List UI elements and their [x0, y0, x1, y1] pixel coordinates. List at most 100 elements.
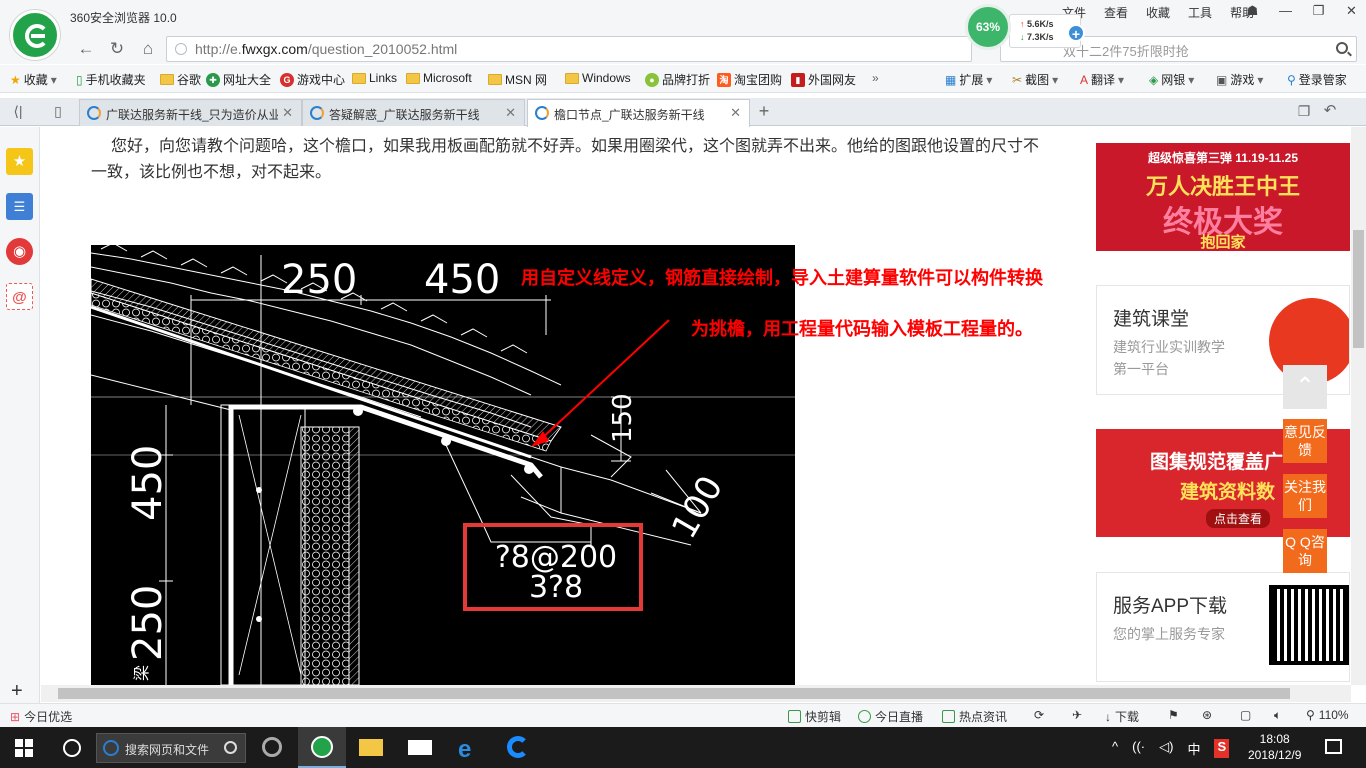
- tool-translate[interactable]: A 翻译 ▾: [1080, 71, 1124, 88]
- sidebar-toggle-icon[interactable]: ▯: [46, 99, 70, 123]
- taobao-icon: 淘: [717, 72, 731, 87]
- notification-center-icon[interactable]: [1325, 739, 1342, 754]
- taskbar-360browser-icon[interactable]: [298, 727, 346, 768]
- weibo-icon[interactable]: ◉: [6, 238, 33, 265]
- taskbar-clock[interactable]: 18:08 2018/12/9: [1248, 731, 1301, 763]
- app-download-ad[interactable]: 服务APP下载 您的掌上服务专家: [1096, 572, 1350, 682]
- status-quick-edit[interactable]: 快剪辑: [788, 708, 841, 725]
- menu-favorites[interactable]: 收藏: [1146, 4, 1170, 21]
- bookmark-windows[interactable]: Windows: [565, 71, 631, 85]
- more-bookmarks-icon[interactable]: »: [872, 71, 879, 85]
- bookmark-status-icon[interactable]: ⚑: [1168, 708, 1179, 722]
- qr-code-icon: [1269, 585, 1349, 665]
- taskbar-edge-icon[interactable]: e: [445, 727, 493, 768]
- refresh-status-icon[interactable]: ⟳: [1034, 708, 1044, 722]
- wifi-icon[interactable]: ((·: [1132, 739, 1145, 758]
- bookmark-brand[interactable]: ● 品牌打折: [645, 71, 710, 88]
- browser-icon[interactable]: ⊛: [1202, 708, 1212, 722]
- bookmark-msn[interactable]: MSN 网: [488, 71, 547, 88]
- add-sidebar-item-icon[interactable]: +: [11, 680, 23, 703]
- folder-icon: [565, 72, 579, 84]
- home-icon[interactable]: ⌂: [136, 37, 160, 61]
- cortana-icon[interactable]: [63, 739, 81, 757]
- app-ad-title: 服务APP下载: [1113, 596, 1228, 617]
- tab-qa[interactable]: 答疑解惑_广联达服务新干线 ✕: [302, 99, 525, 126]
- bookmark-hao[interactable]: ✚ 网址大全: [206, 71, 271, 88]
- horizontal-scrollbar[interactable]: [41, 685, 1351, 702]
- back-arrow-icon[interactable]: ←: [74, 37, 98, 61]
- upload-speed: 5.6K/s: [1027, 19, 1054, 29]
- sound-icon[interactable]: 🔈︎: [1274, 708, 1281, 723]
- status-live[interactable]: 今日直播: [858, 708, 923, 725]
- tab-eaves-node[interactable]: 檐口节点_广联达服务新干线 ✕: [527, 99, 750, 127]
- accelerate-plus-icon[interactable]: +: [1067, 24, 1085, 42]
- news-list-icon[interactable]: ☰: [6, 193, 33, 220]
- bookmark-microsoft[interactable]: Microsoft: [406, 71, 472, 85]
- bookmark-foreign[interactable]: ▮ 外国网友: [791, 71, 856, 88]
- volume-icon[interactable]: ◁): [1159, 739, 1173, 758]
- status-download[interactable]: ↓ 下载: [1105, 708, 1139, 725]
- annotation-line-2: 为挑檐，用工程量代码输入模板工程量的。: [691, 319, 1033, 340]
- folder-icon: [160, 74, 174, 85]
- search-icon[interactable]: [1336, 42, 1348, 54]
- favorites-star-icon[interactable]: ★: [6, 148, 33, 175]
- today-picks[interactable]: ⊞ 今日优选: [10, 708, 72, 725]
- back-to-top-icon[interactable]: ⌃: [1283, 365, 1327, 409]
- browser-logo-icon[interactable]: [10, 10, 60, 60]
- tool-extensions[interactable]: ▦ 扩展 ▾: [945, 71, 992, 88]
- zoom-control[interactable]: ⚲ 110%: [1306, 708, 1349, 722]
- skin-icon[interactable]: ☗: [1236, 0, 1269, 22]
- bookmark-google[interactable]: 谷歌: [160, 71, 201, 88]
- promo-banner-ad[interactable]: 超级惊喜第三弹 11.19-11.25 万人决胜王中王 终极大奖 抱回家: [1096, 143, 1350, 251]
- tab-list-icon[interactable]: ❐: [1292, 99, 1316, 123]
- refresh-icon[interactable]: ↻: [105, 37, 129, 61]
- tool-screenshot[interactable]: ✂ 截图 ▾: [1012, 71, 1058, 88]
- taskbar-explorer-icon[interactable]: [347, 727, 395, 768]
- minimize-button[interactable]: —: [1269, 0, 1302, 22]
- bookmark-favorites[interactable]: ★ 收藏 ▾: [10, 71, 57, 88]
- taskbar-glodon-icon[interactable]: [494, 727, 542, 768]
- taskbar-search-placeholder: 搜索网页和文件: [125, 743, 210, 757]
- status-news[interactable]: 热点资讯: [942, 708, 1007, 725]
- menu-view[interactable]: 查看: [1104, 4, 1128, 21]
- gamepad-icon: ▣: [1216, 72, 1228, 87]
- search-icon: [224, 741, 237, 754]
- vertical-scrollbar[interactable]: [1351, 127, 1366, 685]
- email-icon[interactable]: @: [6, 283, 33, 310]
- close-button[interactable]: ✕: [1335, 0, 1366, 22]
- qq-consult-button[interactable]: Q Q咨询: [1283, 529, 1327, 573]
- bookmark-links[interactable]: Links: [352, 71, 397, 85]
- clean-icon[interactable]: ✈: [1072, 708, 1082, 722]
- sogou-icon[interactable]: S: [1214, 739, 1230, 758]
- tool-login-manager[interactable]: ⚲ 登录管家: [1287, 71, 1347, 88]
- horizontal-scroll-thumb[interactable]: [58, 688, 1290, 699]
- vertical-scroll-thumb[interactable]: [1353, 230, 1364, 348]
- taskbar-360-icon[interactable]: [248, 727, 296, 768]
- network-speed-widget[interactable]: ↑ 5.6K/s ↓ 7.3K/s 63% +: [965, 4, 1090, 54]
- taskbar-mail-icon[interactable]: [396, 727, 444, 768]
- url-text[interactable]: http://e.fwxgx.com/question_2010052.html: [195, 41, 457, 57]
- undo-close-icon[interactable]: ↶: [1318, 99, 1342, 123]
- follow-us-button[interactable]: 关注我们: [1283, 474, 1327, 518]
- address-bar[interactable]: http://e.fwxgx.com/question_2010052.html: [166, 36, 972, 62]
- new-tab-button[interactable]: +: [752, 99, 776, 123]
- tool-bank[interactable]: ◈ 网银 ▾: [1149, 71, 1194, 88]
- tab-scroll-left-icon[interactable]: ⟨|: [6, 99, 30, 123]
- close-tab-icon[interactable]: ✕: [730, 105, 741, 121]
- close-tab-icon[interactable]: ✕: [505, 105, 516, 121]
- menu-tools[interactable]: 工具: [1188, 4, 1212, 21]
- window-icon[interactable]: ▢: [1240, 708, 1251, 722]
- windows-start-icon[interactable]: [15, 739, 33, 757]
- bookmark-games[interactable]: G 游戏中心: [280, 71, 345, 88]
- ime-indicator[interactable]: 中: [1187, 739, 1200, 758]
- tab-glodon-home[interactable]: 广联达服务新干线_只为造价从业 ✕: [79, 99, 302, 126]
- bookmark-mobile[interactable]: ▯ 手机收藏夹: [76, 71, 146, 88]
- close-tab-icon[interactable]: ✕: [278, 105, 293, 121]
- feedback-button[interactable]: 意见反馈: [1283, 419, 1327, 463]
- bookmark-taobao[interactable]: 淘淘宝团购: [717, 71, 782, 88]
- annotation-line-1: 用自定义线定义，钢筋直接绘制，导入土建算量软件可以构件转换: [521, 268, 1043, 289]
- taskbar-search-input[interactable]: 搜索网页和文件: [96, 733, 246, 763]
- maximize-button[interactable]: ❐: [1302, 0, 1335, 22]
- tray-expand-icon[interactable]: ^: [1112, 739, 1118, 758]
- tool-games[interactable]: ▣ 游戏 ▾: [1216, 71, 1263, 88]
